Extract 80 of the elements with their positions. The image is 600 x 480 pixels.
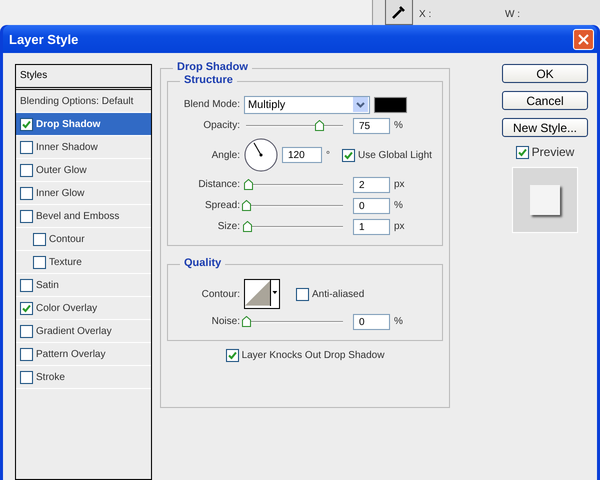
info-label: X : bbox=[419, 8, 432, 22]
slider-track[interactable] bbox=[246, 120, 343, 132]
close-icon bbox=[578, 34, 589, 44]
dialog-button[interactable]: OK bbox=[502, 64, 588, 83]
checkbox[interactable] bbox=[296, 288, 309, 300]
checkbox[interactable] bbox=[33, 232, 46, 246]
field-label: Distance: bbox=[197, 179, 240, 190]
preview-thumbnail bbox=[512, 167, 578, 233]
checkbox[interactable] bbox=[20, 302, 33, 314]
value-field[interactable]: 75 bbox=[353, 118, 390, 134]
color-swatch[interactable] bbox=[374, 96, 407, 112]
value-field[interactable]: 1 bbox=[353, 218, 390, 234]
style-item[interactable]: Pattern Overlay bbox=[16, 343, 151, 366]
checkbox-label: Anti-aliased bbox=[312, 288, 364, 300]
value-field[interactable]: 0 bbox=[353, 314, 390, 330]
style-item[interactable]: Bevel and Emboss bbox=[16, 205, 151, 228]
field-label: Blend Mode: bbox=[182, 99, 240, 110]
contour-picker[interactable] bbox=[244, 279, 280, 309]
style-item[interactable]: Gradient Overlay bbox=[16, 320, 151, 343]
unit-label: ° bbox=[326, 150, 330, 160]
group-title: Quality bbox=[180, 257, 226, 269]
checkbox-label: Use Global Light bbox=[358, 150, 432, 160]
style-item[interactable]: Inner Shadow bbox=[16, 136, 151, 159]
checkbox[interactable] bbox=[516, 146, 529, 158]
dialog-button[interactable]: Cancel bbox=[502, 91, 588, 110]
checkbox[interactable] bbox=[20, 324, 33, 338]
slider-thumb[interactable] bbox=[242, 200, 251, 210]
style-item[interactable]: Satin bbox=[16, 274, 151, 297]
group-title: Structure bbox=[180, 74, 237, 86]
field-label: Size: bbox=[216, 221, 240, 232]
caret-icon bbox=[353, 97, 368, 112]
field-label: Spread: bbox=[204, 200, 240, 211]
list-header: Styles bbox=[16, 65, 151, 90]
style-item[interactable]: Color Overlay bbox=[16, 297, 151, 320]
checkbox[interactable] bbox=[20, 210, 33, 222]
style-item[interactable]: Drop Shadow bbox=[16, 113, 151, 136]
style-item[interactable]: Texture bbox=[16, 251, 151, 274]
style-item[interactable]: Inner Glow bbox=[16, 182, 151, 205]
field-label: Angle: bbox=[210, 150, 240, 160]
unit-label: % bbox=[394, 316, 403, 327]
checkbox-label: Preview bbox=[532, 145, 574, 159]
checkbox[interactable] bbox=[20, 164, 33, 176]
info-label: W : bbox=[505, 8, 521, 22]
slider-track[interactable] bbox=[246, 178, 343, 190]
unit-label: px bbox=[394, 179, 405, 190]
slider-thumb[interactable] bbox=[242, 316, 251, 326]
value-field[interactable]: 2 bbox=[353, 176, 390, 192]
style-item[interactable]: Contour bbox=[16, 228, 151, 251]
field-label: Opacity: bbox=[202, 120, 240, 131]
unit-label: px bbox=[394, 221, 405, 232]
dropdown[interactable]: Multiply bbox=[244, 96, 370, 114]
checkbox[interactable] bbox=[20, 140, 33, 154]
checkbox[interactable] bbox=[20, 278, 33, 292]
close-button[interactable] bbox=[573, 28, 594, 50]
eyedropper-icon[interactable] bbox=[385, 0, 413, 25]
slider-thumb[interactable] bbox=[244, 178, 253, 190]
unit-label: % bbox=[394, 120, 403, 131]
checkbox[interactable] bbox=[20, 348, 33, 360]
caret-icon bbox=[270, 280, 279, 306]
checkbox[interactable] bbox=[20, 118, 33, 130]
dialog-button[interactable]: New Style... bbox=[502, 118, 588, 137]
slider-thumb[interactable] bbox=[314, 120, 324, 130]
angle-dial-icon[interactable] bbox=[244, 138, 278, 172]
slider-thumb[interactable] bbox=[242, 220, 252, 232]
unit-label: % bbox=[394, 200, 403, 211]
slider-track[interactable] bbox=[246, 220, 343, 232]
field-label: Noise: bbox=[210, 316, 240, 327]
checkbox[interactable] bbox=[20, 370, 33, 384]
window-title: Layer Style bbox=[9, 32, 78, 46]
checkbox[interactable] bbox=[342, 148, 355, 162]
value-field[interactable]: 120 bbox=[282, 147, 322, 163]
field-label: Contour: bbox=[200, 288, 240, 300]
style-item[interactable]: Stroke bbox=[16, 366, 151, 389]
checkbox[interactable] bbox=[20, 186, 33, 200]
group-title: Drop Shadow bbox=[173, 61, 252, 73]
checkbox-label: Layer Knocks Out Drop Shadow bbox=[242, 350, 384, 361]
checkbox[interactable] bbox=[33, 256, 46, 268]
style-item[interactable]: Outer Glow bbox=[16, 159, 151, 182]
checkbox[interactable] bbox=[226, 349, 239, 362]
value-field[interactable]: 0 bbox=[353, 198, 390, 214]
